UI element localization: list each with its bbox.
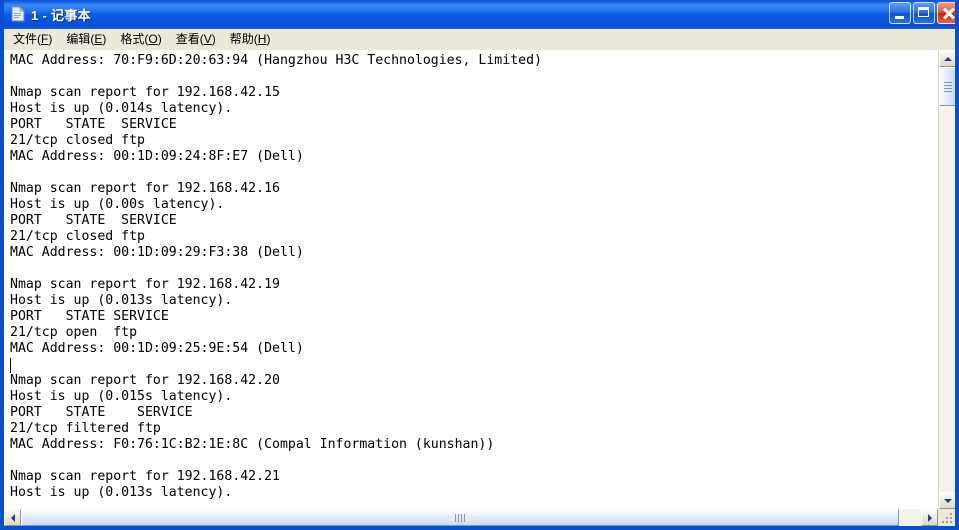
editor-line: Host is up (0.013s latency). — [10, 293, 233, 308]
editor-line: 21/tcp closed ftp — [10, 229, 145, 244]
editor-line: MAC Address: 00:1D:09:24:8F:E7 (Dell) — [10, 149, 304, 164]
text-editor[interactable]: MAC Address: 70:F9:6D:20:63:94 (Hangzhou… — [4, 50, 938, 509]
vertical-scrollbar[interactable] — [938, 50, 955, 509]
editor-line: Nmap scan report for 192.168.42.19 — [10, 277, 280, 292]
scroll-right-button[interactable] — [921, 509, 938, 526]
editor-line: MAC Address: 00:1D:09:29:F3:38 (Dell) — [10, 245, 304, 260]
scroll-up-button[interactable] — [939, 50, 955, 67]
editor-line: Host is up (0.013s latency). — [10, 485, 233, 500]
horizontal-scroll-thumb[interactable] — [21, 509, 899, 526]
scroll-grip-icon — [943, 81, 952, 92]
menu-item-format[interactable]: 格式(O) — [113, 30, 168, 49]
chevron-down-icon — [943, 498, 952, 503]
scroll-left-button[interactable] — [4, 509, 21, 526]
vertical-scroll-track[interactable] — [939, 67, 955, 492]
editor-line: 21/tcp filtered ftp — [10, 421, 161, 436]
editor-pane: MAC Address: 70:F9:6D:20:63:94 (Hangzhou… — [4, 50, 955, 509]
chevron-left-icon — [10, 513, 15, 522]
maximize-button[interactable] — [913, 2, 935, 24]
editor-line: Nmap scan report for 192.168.42.20 — [10, 373, 280, 388]
title-bar[interactable]: 1 - 记事本 — [4, 0, 955, 29]
menu-file-accel: F — [41, 32, 49, 46]
scroll-down-button[interactable] — [939, 492, 955, 509]
editor-line: Host is up (0.015s latency). — [10, 389, 233, 404]
menu-bar: 文件(F) 编辑(E) 格式(O) 查看(V) 帮助(H) — [4, 29, 955, 50]
menu-view-label: 查看 — [175, 32, 200, 46]
menu-item-file[interactable]: 文件(F) — [6, 30, 59, 49]
menu-item-help[interactable]: 帮助(H) — [223, 30, 278, 49]
client-area: MAC Address: 70:F9:6D:20:63:94 (Hangzhou… — [4, 50, 955, 526]
window-controls — [889, 2, 955, 25]
editor-line: Nmap scan report for 192.168.42.16 — [10, 181, 280, 196]
chevron-right-icon — [927, 513, 932, 522]
menu-edit-accel: E — [94, 32, 103, 46]
menu-file-label: 文件 — [13, 32, 38, 46]
menu-format-label: 格式 — [120, 32, 145, 46]
menu-help-label: 帮助 — [229, 32, 254, 46]
editor-text: MAC Address: 70:F9:6D:20:63:94 (Hangzhou… — [10, 53, 542, 501]
editor-line: PORT STATE SERVICE — [10, 309, 169, 324]
editor-line: MAC Address: F0:76:1C:B2:1E:8C (Compal I… — [10, 437, 495, 452]
notepad-window: 1 - 记事本 文件(F) 编辑(E) 格式(O) 查看(V) 帮助(H) MA… — [0, 0, 959, 530]
menu-help-accel: H — [257, 32, 267, 46]
editor-line: 21/tcp closed ftp — [10, 133, 145, 148]
menu-item-edit[interactable]: 编辑(E) — [59, 30, 113, 49]
menu-format-accel: O — [148, 32, 158, 46]
chevron-up-icon — [943, 56, 952, 61]
vertical-scroll-thumb[interactable] — [939, 67, 955, 106]
text-caret — [10, 358, 11, 373]
notepad-document-icon — [10, 6, 26, 22]
editor-line: Nmap scan report for 192.168.42.21 — [10, 469, 280, 484]
minimize-button[interactable] — [889, 2, 911, 24]
scroll-grip-icon — [455, 513, 465, 522]
editor-line: Host is up (0.00s latency). — [10, 197, 225, 212]
menu-view-accel: V — [203, 32, 212, 46]
editor-line: PORT STATE SERVICE — [10, 213, 177, 228]
window-title: 1 - 记事本 — [31, 8, 91, 23]
menu-item-view[interactable]: 查看(V) — [169, 30, 223, 49]
editor-line: 21/tcp open ftp — [10, 325, 138, 340]
horizontal-scrollbar[interactable] — [4, 509, 955, 526]
editor-line: MAC Address: 70:F9:6D:20:63:94 (Hangzhou… — [10, 53, 542, 68]
editor-line: Nmap scan report for 192.168.42.15 — [10, 85, 280, 100]
window-resize-grip[interactable] — [938, 509, 955, 526]
editor-line: PORT STATE SERVICE — [10, 405, 193, 420]
editor-line: PORT STATE SERVICE — [10, 117, 177, 132]
editor-line: MAC Address: 00:1D:09:25:9E:54 (Dell) — [10, 341, 304, 356]
close-button[interactable] — [937, 2, 955, 24]
editor-line: Host is up (0.014s latency). — [10, 101, 233, 116]
menu-edit-label: 编辑 — [66, 32, 91, 46]
